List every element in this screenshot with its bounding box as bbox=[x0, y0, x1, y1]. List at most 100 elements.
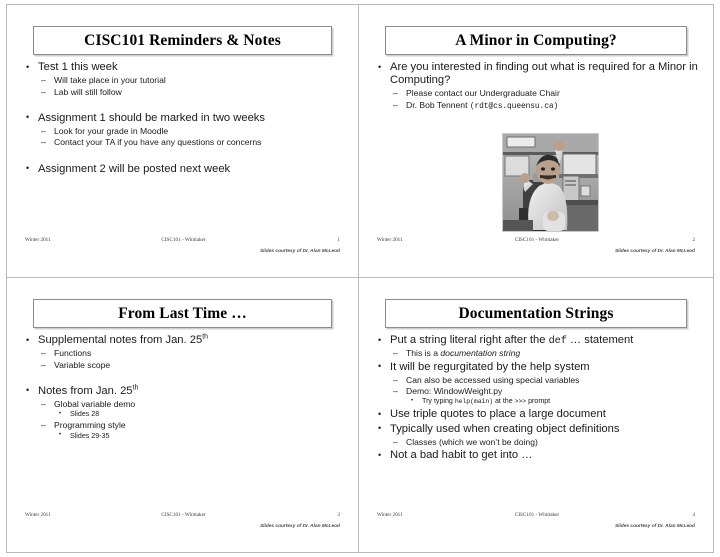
slide-3-title: From Last Time … bbox=[118, 304, 247, 322]
bullet-text: Look for your grade in Moodle bbox=[54, 126, 168, 136]
footer-credit: Slides courtesy of Dr. Alan McLeod bbox=[614, 524, 695, 529]
bullet-level1: Are you interested in finding out what i… bbox=[373, 61, 701, 112]
footer-row: Winter 2011 CISC101 - Whittaker 1 bbox=[21, 237, 346, 247]
footer-course: CISC101 - Whittaker bbox=[514, 237, 560, 243]
bullet-level1: Assignment 2 will be posted next week bbox=[21, 163, 346, 176]
bullet-text: Slides 28 bbox=[70, 410, 99, 418]
bullet-level2: Contact your TA if you have any question… bbox=[38, 137, 346, 148]
slide-3[interactable]: From Last Time … Supplemental notes from… bbox=[7, 278, 358, 552]
bullet-level3: Try typing help(main) at the >>> prompt bbox=[406, 397, 701, 407]
slide-4-body: Put a string literal right after the def… bbox=[373, 334, 701, 512]
slide-2-title: A Minor in Computing? bbox=[455, 31, 617, 49]
slide-3-footer: Winter 2011 CISC101 - Whittaker 3 Slides… bbox=[21, 512, 346, 538]
bullet-text: Test 1 this week bbox=[38, 61, 346, 74]
bullet-text: Classes (which we won’t be doing) bbox=[406, 437, 538, 447]
slide-4[interactable]: Documentation Strings Put a string liter… bbox=[359, 278, 713, 552]
footer-course: CISC101 - Whittaker bbox=[161, 237, 206, 243]
bullet-text-main: Notes from Jan. 25 bbox=[38, 384, 133, 397]
footer-row: Winter 2011 CISC101 - Whittaker 3 bbox=[21, 512, 346, 522]
bullet-text-pre: This is a bbox=[406, 348, 441, 359]
sub-sub-bullet-list: Slides 29-35 bbox=[54, 432, 346, 442]
bullet-text: Dr. Bob Tennent (rdt@cs.queensu.ca) bbox=[406, 99, 559, 111]
footer-slide-number: 2 bbox=[692, 237, 695, 243]
bullet-level2: Look for your grade in Moodle bbox=[38, 126, 346, 137]
sub-bullet-list: Please contact our Undergraduate Chair D… bbox=[390, 88, 701, 112]
slide-2-title-box: A Minor in Computing? bbox=[385, 26, 687, 55]
bullet-text: Supplemental notes from Jan. 25th bbox=[38, 333, 346, 347]
sub-bullet-list: Can also be accessed using special varia… bbox=[390, 375, 701, 408]
bullet-spacer bbox=[21, 372, 346, 385]
code-keyword-def: def bbox=[548, 335, 567, 347]
bullet-text: Variable scope bbox=[54, 360, 110, 370]
slide-4-footer: Winter 2011 CISC101 - Whittaker 4 Slides… bbox=[373, 512, 701, 538]
bullet-level2: Variable scope bbox=[38, 360, 346, 371]
bullet-text: Use triple quotes to place a large docum… bbox=[390, 408, 701, 421]
slide-1-title-box: CISC101 Reminders & Notes bbox=[33, 26, 332, 55]
slide-3-body: Supplemental notes from Jan. 25th Functi… bbox=[21, 333, 346, 512]
bullet-level2: Will take place in your tutorial bbox=[38, 75, 346, 86]
bullet-text: Typically used when creating object defi… bbox=[390, 423, 701, 436]
bullet-text: Not a bad habit to get into … bbox=[390, 449, 701, 462]
footer-term: Winter 2011 bbox=[25, 237, 51, 243]
bullet-text: Programming style bbox=[54, 420, 126, 430]
slide-2-footer: Winter 2011 CISC101 - Whittaker 2 Slides… bbox=[373, 237, 701, 263]
sub-bullet-list: Will take place in your tutorial Lab wil… bbox=[38, 75, 346, 98]
footer-row: Winter 2011 CISC101 - Whittaker 4 bbox=[373, 512, 701, 522]
bullet-spacer bbox=[21, 99, 346, 112]
slide-1-body: Test 1 this week Will take place in your… bbox=[21, 61, 346, 237]
slide-2[interactable]: A Minor in Computing? Are you interested… bbox=[359, 5, 713, 277]
bullet-text: Are you interested in finding out what i… bbox=[390, 61, 701, 87]
bullet-level1: Notes from Jan. 25th Global variable dem… bbox=[21, 384, 346, 442]
footer-credit: Slides courtesy of Dr. Alan McLeod bbox=[259, 524, 340, 529]
contact-email: (rdt@cs.queensu.ca) bbox=[469, 101, 559, 111]
bullet-level3: Slides 29-35 bbox=[54, 432, 346, 442]
bullet-level2: Global variable demo Slides 28 bbox=[38, 399, 346, 420]
contact-name: Dr. Bob Tennent bbox=[406, 99, 470, 110]
bullet-level1: Assignment 1 should be marked in two wee… bbox=[21, 112, 346, 149]
footer-term: Winter 2011 bbox=[25, 512, 51, 518]
bullet-text-pre: Try typing bbox=[422, 397, 455, 406]
bullet-text: It will be regurgitated by the help syst… bbox=[390, 361, 701, 374]
footer-course: CISC101 - Whittaker bbox=[161, 512, 206, 518]
bullet-text-pre: Put a string literal right after the bbox=[390, 334, 549, 346]
bullet-level2: This is a documentation string bbox=[390, 348, 701, 359]
footer-slide-number: 1 bbox=[337, 237, 340, 243]
slide-handout-page: CISC101 Reminders & Notes Test 1 this we… bbox=[0, 0, 720, 557]
bullet-text: Assignment 1 should be marked in two wee… bbox=[38, 112, 346, 125]
bullet-text: Lab will still follow bbox=[54, 87, 122, 97]
bullet-text: Put a string literal right after the def… bbox=[390, 334, 701, 347]
slide-2-bullet-list: Are you interested in finding out what i… bbox=[373, 61, 701, 112]
photo-of-professor-graphic bbox=[503, 134, 598, 231]
slide-1-footer: Winter 2011 CISC101 - Whittaker 1 Slides… bbox=[21, 237, 346, 263]
sub-bullet-list: Functions Variable scope bbox=[38, 348, 346, 371]
bullet-text: Global variable demo bbox=[54, 399, 135, 409]
footer-credit: Slides courtesy of Dr. Alan McLeod bbox=[614, 249, 695, 254]
bullet-text: Contact your TA if you have any question… bbox=[54, 137, 261, 147]
bullet-text: Functions bbox=[54, 348, 91, 358]
slide-1[interactable]: CISC101 Reminders & Notes Test 1 this we… bbox=[7, 5, 358, 277]
code-prompt: >>> bbox=[514, 398, 527, 406]
bullet-text: This is a documentation string bbox=[406, 348, 520, 358]
bullet-level1: Test 1 this week Will take place in your… bbox=[21, 61, 346, 98]
slide-1-bullet-list: Test 1 this week Will take place in your… bbox=[21, 61, 346, 176]
ordinal-suffix: th bbox=[132, 384, 139, 392]
bullet-level2: Please contact our Undergraduate Chair bbox=[390, 88, 701, 99]
slide-3-bullet-list: Supplemental notes from Jan. 25th Functi… bbox=[21, 333, 346, 442]
photo-of-professor bbox=[502, 133, 599, 232]
bullet-text: Please contact our Undergraduate Chair bbox=[406, 88, 560, 98]
code-call-help: help(main) bbox=[454, 398, 493, 406]
sub-bullet-list: Classes (which we won’t be doing) bbox=[390, 437, 701, 448]
slide-1-title: CISC101 Reminders & Notes bbox=[84, 31, 281, 49]
footer-slide-number: 4 bbox=[692, 512, 695, 518]
bullet-text: Can also be accessed using special varia… bbox=[406, 375, 579, 385]
bullet-level2: Can also be accessed using special varia… bbox=[390, 375, 701, 386]
slide-2-body: Are you interested in finding out what i… bbox=[373, 61, 701, 237]
slide-4-bullet-list: Put a string literal right after the def… bbox=[373, 334, 701, 462]
bullet-text: Assignment 2 will be posted next week bbox=[38, 163, 346, 176]
bullet-level1: Put a string literal right after the def… bbox=[373, 334, 701, 360]
sub-bullet-list: This is a documentation string bbox=[390, 348, 701, 359]
sub-sub-bullet-list: Slides 28 bbox=[54, 410, 346, 420]
bullet-spacer bbox=[21, 150, 346, 163]
bullet-level2: Demo: WindowWeight.py Try typing help(ma… bbox=[390, 386, 701, 407]
emphasis-text: documentation string bbox=[440, 348, 521, 359]
